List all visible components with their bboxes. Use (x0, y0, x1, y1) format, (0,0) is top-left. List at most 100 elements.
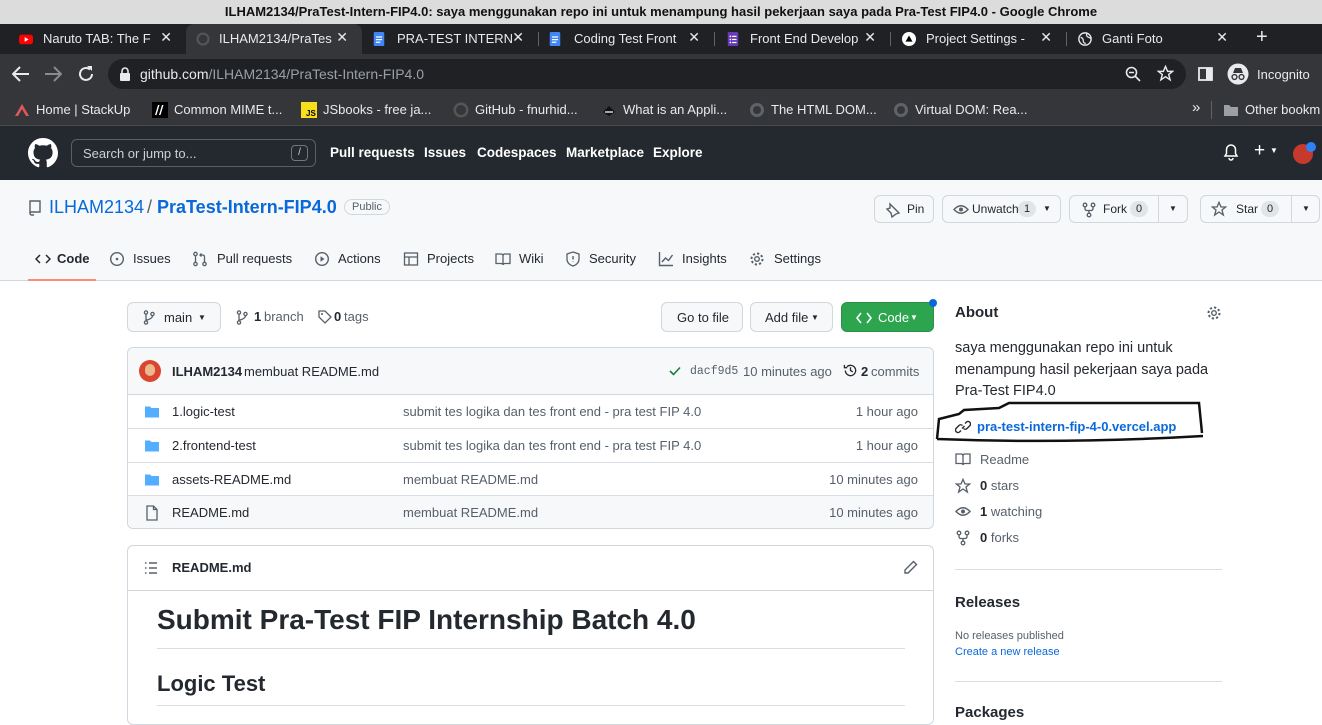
pin-button[interactable]: Pin (874, 195, 934, 223)
file-row[interactable]: README.md membuat README.md 10 minutes a… (128, 495, 933, 528)
file-commit-message[interactable]: submit tes logika dan tes front end - pr… (403, 404, 701, 419)
file-name[interactable]: README.md (172, 505, 249, 520)
commit-message[interactable]: membuat README.md (244, 364, 379, 379)
folder-icon (145, 440, 159, 452)
star-button[interactable]: Star 0 ▼ (1200, 195, 1320, 223)
forks-link[interactable]: 0 forks (980, 530, 1019, 545)
gear-icon[interactable] (1206, 305, 1222, 321)
close-icon[interactable]: ✕ (864, 29, 876, 46)
file-commit-message[interactable]: membuat README.md (403, 472, 538, 487)
chevron-down-icon: ▼ (1169, 204, 1177, 213)
tab-label: Ganti Foto (1102, 31, 1163, 46)
file-name[interactable]: 2.frontend-test (172, 438, 256, 453)
file-browser: ILHAM2134 membuat README.md dacf9d5 10 m… (127, 347, 934, 529)
tab-label: Front End Develop (750, 31, 859, 46)
fork-icon (1082, 202, 1096, 218)
readme-header: README.md (128, 546, 933, 591)
profile-label[interactable]: Incognito (1257, 67, 1310, 82)
tag-icon (318, 310, 332, 324)
search-shortcut-badge: / (291, 145, 308, 161)
bookmarks-overflow-button[interactable]: » (1192, 99, 1200, 116)
repo-name-link[interactable]: PraTest-Intern-FIP4.0 (157, 197, 337, 218)
branch-icon (236, 310, 248, 325)
zoom-icon[interactable] (1125, 66, 1141, 82)
bookmark-star-icon[interactable] (1157, 65, 1174, 82)
browser-tab[interactable]: Project Settings - ✕ (890, 24, 1066, 54)
close-icon[interactable]: ✕ (1040, 29, 1052, 46)
side-panel-icon[interactable] (1198, 67, 1213, 81)
create-new-icon[interactable]: + (1254, 140, 1265, 162)
browser-tab-active[interactable]: ILHAM2134/PraTes ✕ (186, 24, 362, 54)
stars-link[interactable]: 0 stars (980, 478, 1019, 493)
fork-button[interactable]: Fork 0 ▼ (1069, 195, 1188, 223)
readme-filename[interactable]: README.md (172, 560, 251, 575)
browser-tab[interactable]: Front End Develop ✕ (714, 24, 890, 54)
lock-icon[interactable] (119, 67, 131, 81)
unwatch-button[interactable]: Unwatch 1 ▼ (942, 195, 1061, 223)
file-commit-message[interactable]: membuat README.md (403, 505, 538, 520)
github-search-input[interactable]: Search or jump to... / (71, 139, 316, 167)
file-age: 1 hour ago (855, 438, 918, 453)
readme-panel: README.md Submit Pra-Test FIP Internship… (127, 545, 934, 725)
gh-nav-pull-requests[interactable]: Pull requests (330, 145, 415, 160)
gh-nav-codespaces[interactable]: Codespaces (477, 145, 557, 160)
website-link[interactable]: pra-test-intern-fip-4-0.vercel.app (977, 419, 1176, 434)
commit-count[interactable]: 2 (861, 364, 868, 379)
avatar[interactable] (139, 360, 161, 382)
browser-tab[interactable]: Coding Test Front ✕ (538, 24, 714, 54)
go-to-file-button[interactable]: Go to file (661, 302, 743, 332)
file-name[interactable]: 1.logic-test (172, 404, 235, 419)
eye-icon (955, 507, 971, 516)
tab-label: ILHAM2134/PraTes (219, 31, 332, 46)
file-name[interactable]: assets-README.md (172, 472, 291, 487)
close-icon[interactable]: ✕ (336, 29, 348, 46)
create-release-link[interactable]: Create a new release (955, 646, 1060, 658)
gh-nav-issues[interactable]: Issues (424, 145, 466, 160)
stackup-icon (15, 104, 29, 116)
back-icon[interactable] (12, 66, 30, 82)
address-bar[interactable]: github.com/ILHAM2134/PraTest-Intern-FIP4… (108, 59, 1186, 89)
bookmarks-bar: Home | StackUp Common MIME t... JS JSboo… (0, 94, 1322, 126)
gh-nav-explore[interactable]: Explore (653, 145, 703, 160)
readme-heading-2: Logic Test (157, 671, 266, 696)
file-row[interactable]: 2.frontend-test submit tes logika dan te… (128, 428, 933, 461)
bell-icon[interactable] (1223, 144, 1239, 161)
repo-header: ILHAM2134 / PraTest-Intern-FIP4.0 Public… (0, 180, 1322, 281)
close-icon[interactable]: ✕ (512, 29, 524, 46)
watching-link[interactable]: 1 watching (980, 504, 1042, 519)
forward-icon[interactable] (44, 66, 62, 82)
github-header: Search or jump to... / Pull requests Iss… (0, 126, 1322, 180)
releases-heading[interactable]: Releases (955, 594, 1020, 611)
list-icon[interactable] (144, 561, 158, 575)
new-tab-icon[interactable]: + (1256, 26, 1268, 49)
play-icon (314, 251, 330, 267)
close-icon[interactable]: ✕ (1216, 29, 1228, 46)
close-icon[interactable]: ✕ (160, 29, 172, 46)
commits-label[interactable]: commits (871, 364, 919, 379)
graph-icon (658, 252, 674, 267)
commit-sha[interactable]: dacf9d5 (690, 365, 738, 378)
github-logo-icon[interactable] (28, 138, 58, 168)
repo-owner-link[interactable]: ILHAM2134 (49, 197, 144, 218)
commit-author[interactable]: ILHAM2134 (172, 364, 242, 379)
check-icon (669, 366, 681, 376)
readme-link[interactable]: Readme (980, 452, 1029, 467)
browser-tab[interactable]: PRA-TEST INTERN ✕ (362, 24, 538, 54)
packages-heading[interactable]: Packages (955, 704, 1024, 721)
file-row[interactable]: 1.logic-test submit tes logika dan tes f… (128, 395, 933, 428)
add-file-button[interactable]: Add file ▼ (750, 302, 833, 332)
close-icon[interactable]: ✕ (688, 29, 700, 46)
code-button[interactable]: Code ▼ (841, 302, 934, 332)
browser-tab[interactable]: Ganti Foto ✕ (1066, 24, 1242, 54)
pencil-icon[interactable] (904, 560, 918, 574)
file-row[interactable]: assets-README.md membuat README.md 10 mi… (128, 462, 933, 495)
star-icon (1211, 201, 1227, 217)
gh-nav-marketplace[interactable]: Marketplace (566, 145, 644, 160)
reload-icon[interactable] (77, 65, 95, 83)
url-text: github.com/ILHAM2134/PraTest-Intern-FIP4… (140, 66, 425, 82)
browser-tab[interactable]: Naruto TAB: The F ✕ (10, 24, 186, 54)
incognito-icon[interactable] (1227, 63, 1249, 85)
branch-select-button[interactable]: main ▼ (127, 302, 221, 332)
file-commit-message[interactable]: submit tes logika dan tes front end - pr… (403, 438, 701, 453)
book-icon (955, 453, 971, 466)
